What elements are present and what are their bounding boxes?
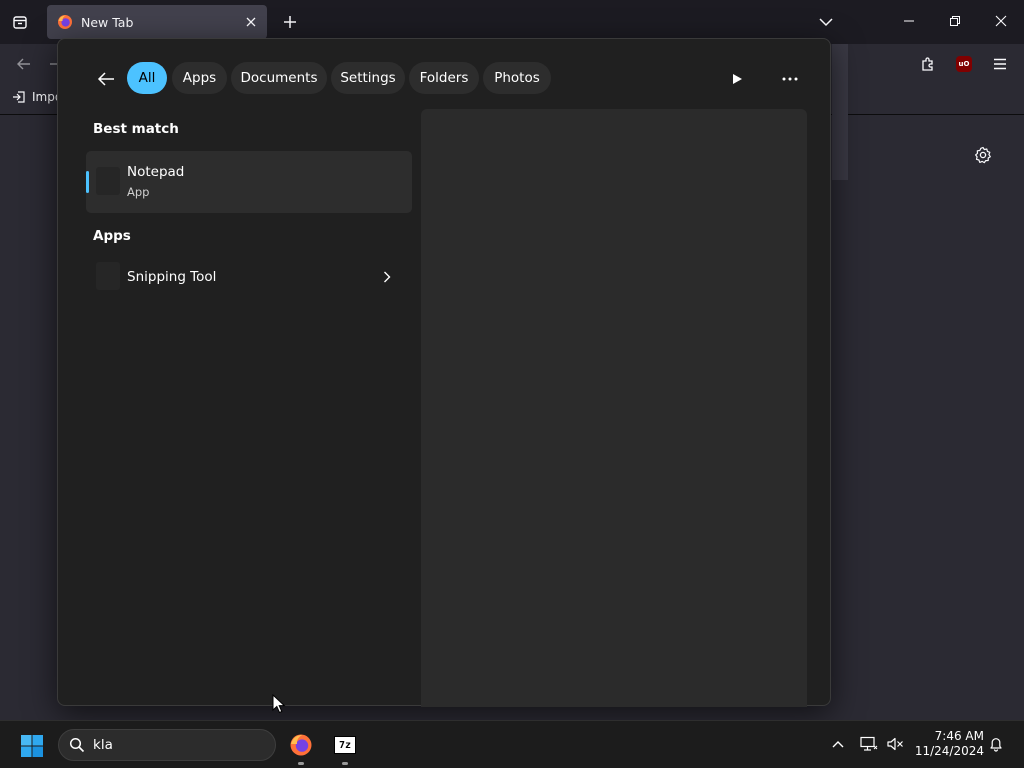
mouse-pointer-icon [272,694,286,714]
gear-icon [975,146,991,164]
close-window-button[interactable] [981,6,1021,36]
more-filters-button[interactable] [723,65,751,93]
customize-newtab-button[interactable] [971,143,995,167]
expand-result-button[interactable] [380,270,394,284]
clock-time: 7:46 AM [934,729,984,743]
search-icon [69,737,85,753]
network-tray-button[interactable] [858,733,880,755]
taskbar: 7z 7:46 AM 11/24/2024 [0,720,1024,768]
firefox-icon [58,15,72,29]
notepad-app-icon [96,167,120,195]
best-match-heading: Best match [93,121,179,137]
running-indicator [298,762,304,765]
minimize-button[interactable] [889,6,929,36]
more-horizontal-icon [782,77,798,81]
close-icon [246,17,256,27]
result-preview-pane [421,109,807,707]
filter-chip-documents[interactable]: Documents [231,62,327,94]
chevron-up-icon [832,741,844,748]
taskbar-search-input[interactable] [93,734,263,756]
list-all-tabs-button[interactable] [814,10,838,34]
7zip-icon: 7z [334,736,356,754]
filter-chip-folders[interactable]: Folders [409,62,479,94]
search-options-button[interactable] [776,65,804,93]
filter-chip-all[interactable]: All [127,62,167,94]
speaker-muted-icon [887,737,903,751]
ublock-icon: uO [956,56,972,72]
import-icon [13,91,25,103]
network-icon [860,736,878,751]
windows-logo-icon [21,735,43,757]
extensions-button[interactable] [916,52,940,76]
apps-heading: Apps [93,228,131,244]
taskbar-7zip[interactable]: 7z [327,727,363,765]
restore-button[interactable] [935,6,975,36]
taskbar-search-box[interactable] [58,729,276,761]
result-name: Notepad [127,164,185,180]
tab-title: New Tab [81,14,134,30]
browser-back-button[interactable] [12,52,36,76]
ublock-extension-button[interactable]: uO [952,52,976,76]
search-back-button[interactable] [92,65,120,93]
tab-close-button[interactable] [243,14,259,30]
arrow-left-icon [97,72,114,86]
close-icon [995,15,1007,27]
play-icon [733,74,742,84]
minimize-icon [904,20,914,22]
best-match-result[interactable]: Notepad App [86,151,412,213]
volume-tray-button[interactable] [884,733,906,755]
hamburger-menu-icon [994,58,1006,70]
plus-icon [284,16,296,28]
browser-edge-strip [832,44,848,180]
show-hidden-icons-button[interactable] [827,733,849,755]
start-button[interactable] [18,732,46,760]
firefox-view-button[interactable] [6,8,34,36]
windows-search-flyout: All Apps Documents Settings Folders Phot… [57,38,831,707]
filter-chip-settings[interactable]: Settings [331,62,405,94]
taskbar-clock[interactable]: 7:46 AM 11/24/2024 [914,729,984,759]
browser-tab[interactable]: New Tab [47,5,267,39]
filter-chip-photos[interactable]: Photos [483,62,551,94]
snipping-tool-app-icon [96,262,120,290]
import-bookmarks-button[interactable]: Impo [12,90,62,104]
result-type: App [127,185,150,199]
taskbar-firefox[interactable] [283,727,319,765]
firefox-view-icon [13,16,27,29]
result-name: Snipping Tool [127,269,217,285]
notifications-button[interactable] [985,733,1007,755]
chevron-down-icon [819,18,833,27]
firefox-icon [290,734,312,756]
filter-chip-apps[interactable]: Apps [172,62,227,94]
arrow-left-icon [17,58,30,70]
puzzle-icon [922,57,933,71]
clock-date: 11/24/2024 [914,744,984,758]
app-result-snipping-tool[interactable]: Snipping Tool [86,246,412,308]
restore-icon [950,16,960,26]
app-menu-button[interactable] [988,52,1012,76]
running-indicator [342,762,348,765]
chevron-right-icon [384,271,391,283]
bell-icon [990,738,1002,752]
new-tab-button[interactable] [278,10,302,34]
selection-indicator [86,171,89,193]
